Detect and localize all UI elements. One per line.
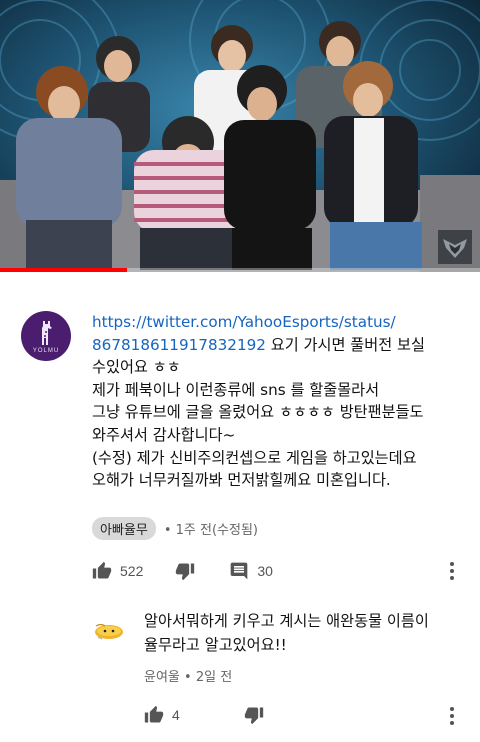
reply-line-2: 율무라고 알고있어요!! [144,635,287,654]
video-player[interactable] [0,0,480,272]
twitter-link-id[interactable]: 867818611917832192 [92,336,266,354]
reply-avatar[interactable] [92,610,126,644]
progress-bar[interactable] [0,268,480,272]
like-button[interactable]: 522 [92,561,143,581]
reply-dislike-button[interactable] [244,705,264,725]
comment-line-7: (수정) 제가 신비주의컨셉으로 게임을 하고있는데요 [92,448,417,467]
reply-like-button[interactable]: 4 [144,705,180,725]
reply-like-count: 4 [172,707,180,723]
comment-icon [231,562,248,580]
reply-line-1: 알아서뭐하게 키우고 계시는 애완동물 이름이 [144,612,429,630]
dislike-button[interactable] [175,561,195,581]
reply-more-options-icon[interactable] [440,705,464,727]
thumbs-up-icon [92,561,112,579]
comment-meta: 아빠율무 • 1주 전(수정됨) [92,516,258,540]
reply-timestamp: • 2일 전 [184,670,233,685]
reply-actions: 4 [144,702,464,728]
avatar-brand-text: YOLMU [32,347,60,354]
reply-author[interactable]: 윤여울 [144,670,180,685]
thumbs-down-icon [244,707,263,725]
comment-timestamp: • 1주 전(수정됨) [163,522,258,538]
reply-button[interactable]: 30 [229,561,273,581]
comment-text: https://twitter.com/YahooEsports/status/… [92,311,464,492]
twitter-link[interactable]: https://twitter.com/YahooEsports/status/ [92,311,464,334]
reply-text: 알아서뭐하게 키우고 계시는 애완동물 이름이 율무라고 알고있어요!! [144,610,464,657]
thumbs-down-icon [176,563,195,581]
comment-line-2-text: 요기 가시면 풀버전 보실 [265,335,425,354]
reply-meta: 윤여울 • 2일 전 [144,666,232,685]
thumbs-up-icon [144,705,164,723]
comment-line-5: 그냥 유튜브에 글을 올렸어요 ㅎㅎㅎㅎ 방탄팬분들도 [92,403,424,422]
comment-line-6: 와주셔서 감사합니다~ [92,425,236,444]
comment-line-2: 867818611917832192 요기 가시면 풀버전 보실 [92,334,464,357]
more-options-icon[interactable] [440,560,464,582]
comment-actions: 522 30 [92,557,464,585]
egg-character-icon [95,623,123,640]
avatar[interactable]: YOLMU [21,311,71,361]
like-count: 522 [120,563,144,579]
comment-line-3: 수있어요 ㅎㅎ [92,358,181,377]
reply-count: 30 [257,563,273,579]
channel-watermark-icon[interactable] [438,230,472,264]
video-frame [0,0,480,272]
comment-line-8: 오해가 너무커질까봐 먼저밝힐께요 미혼입니다. [92,471,391,490]
comment-line-4: 제가 페북이나 이런종류에 sns 를 할줄몰라서 [92,380,380,399]
giraffe-logo-icon [42,320,52,345]
author-name-chip[interactable]: 아빠율무 [92,516,156,540]
progress-fill [0,268,128,272]
